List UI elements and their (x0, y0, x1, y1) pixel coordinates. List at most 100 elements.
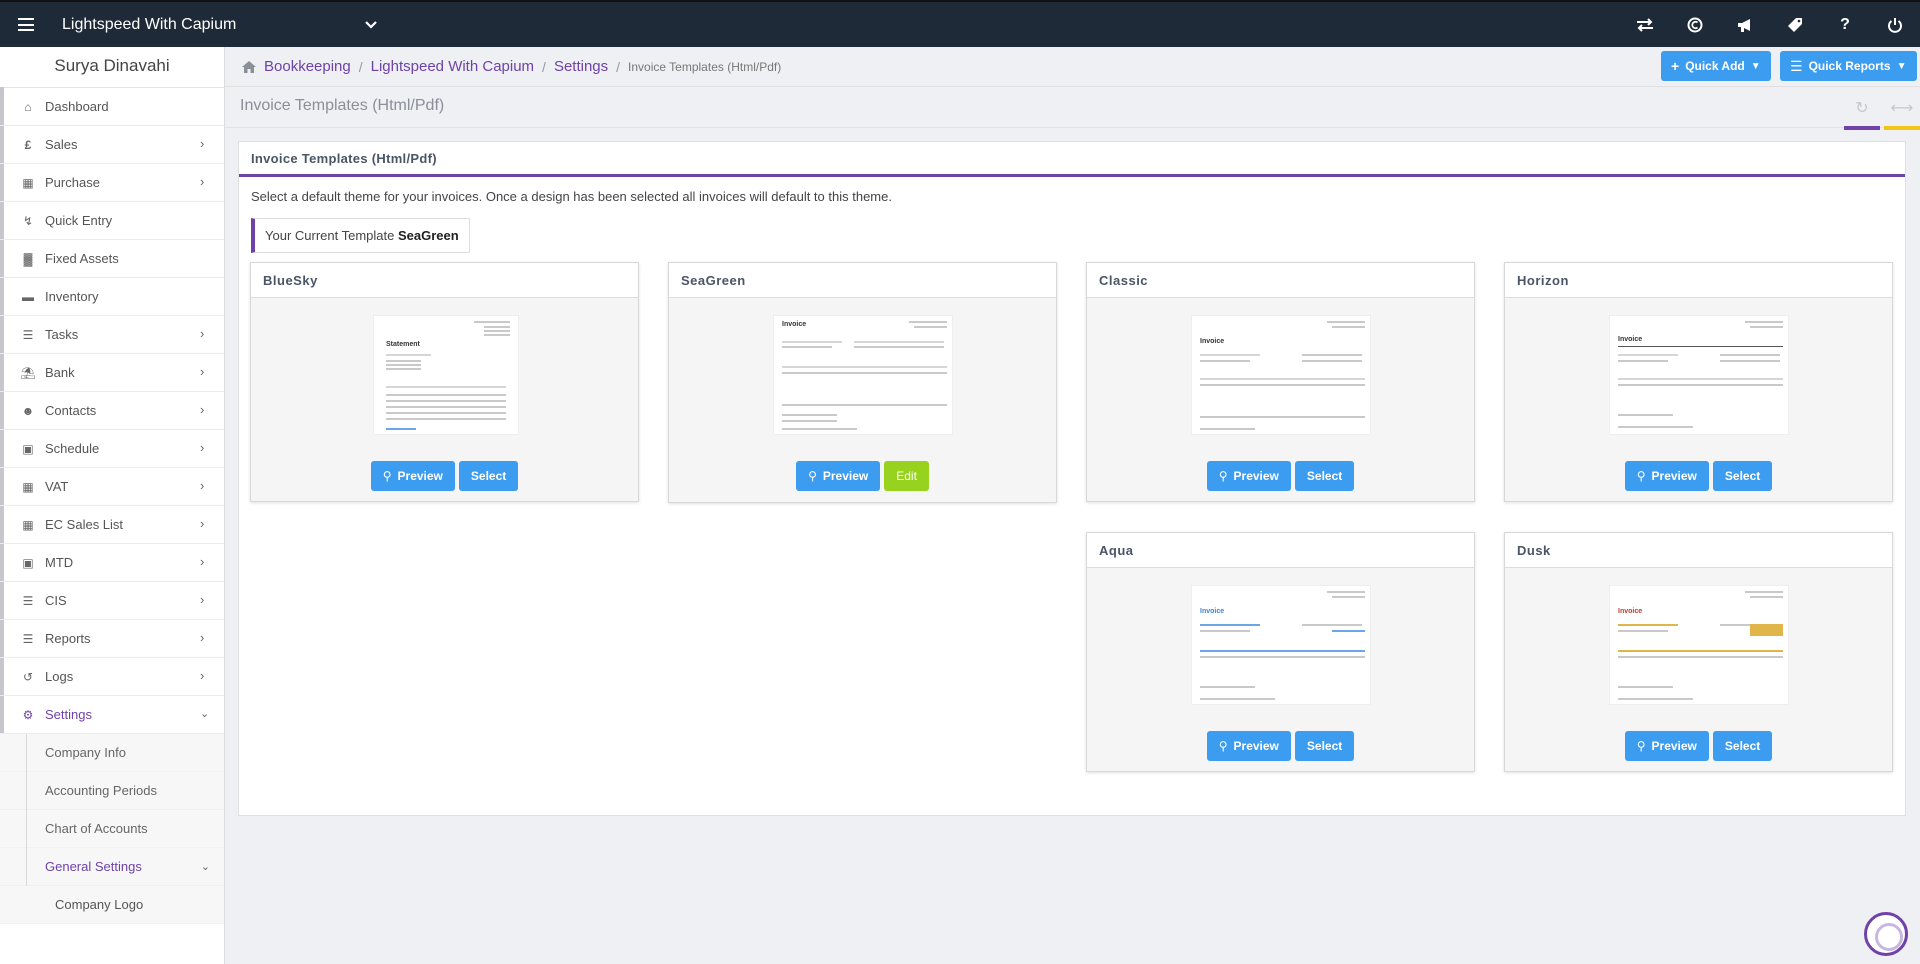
sidebar-subitem-company-info[interactable]: Company Info (0, 734, 224, 772)
select-button[interactable]: Select (1712, 461, 1773, 491)
sidebar-item-ec-sales-list[interactable]: ▦ EC Sales List › (0, 506, 224, 544)
quick-add-label: Quick Add (1685, 59, 1745, 73)
sidebar-item-label: Inventory (45, 289, 99, 304)
chat-widget-button[interactable] (1864, 912, 1908, 956)
sidebar-item-settings[interactable]: ⚙ Settings ⌄ (0, 696, 224, 734)
preview-button[interactable]: ⚲ Preview (1624, 461, 1709, 491)
company-switch-chevron-icon[interactable] (364, 18, 378, 32)
select-button[interactable]: Select (1294, 461, 1355, 491)
breadcrumb-settings[interactable]: Settings (554, 58, 608, 75)
quick-reports-button[interactable]: ☰ Quick Reports ▼ (1780, 51, 1917, 81)
tag-icon[interactable] (1770, 2, 1820, 47)
sidebar-subitem-company-logo[interactable]: Company Logo (0, 886, 224, 924)
chevron-right-icon: › (200, 174, 205, 189)
edit-label: Edit (896, 469, 917, 483)
sidebar-item-tasks[interactable]: ☰ Tasks › (0, 316, 224, 354)
power-icon[interactable] (1870, 2, 1920, 47)
user-name: Surya Dinavahi (0, 47, 224, 88)
template-name: Classic (1087, 263, 1474, 298)
list-icon: ☰ (22, 593, 34, 608)
sidebar-item-label: Dashboard (45, 99, 109, 114)
sidebar-item-reports[interactable]: ☰ Reports › (0, 620, 224, 658)
quick-add-button[interactable]: + Quick Add ▼ (1661, 51, 1771, 81)
chevron-right-icon: › (200, 554, 205, 569)
breadcrumb-company[interactable]: Lightspeed With Capium (371, 58, 534, 75)
sidebar-item-label: Bank (45, 365, 75, 380)
sidebar-item-contacts[interactable]: ☻ Contacts › (0, 392, 224, 430)
preview-label: Preview (822, 469, 869, 483)
chevron-right-icon: › (200, 402, 205, 417)
sidebar-item-inventory[interactable]: ▬ Inventory (0, 278, 224, 316)
chevron-right-icon: › (200, 136, 205, 151)
sidebar-item-cis[interactable]: ☰ CIS › (0, 582, 224, 620)
purchase-icon: ▦ (22, 175, 34, 190)
list-icon: ☰ (1790, 57, 1803, 74)
sidebar-item-bank[interactable]: ⛱ Bank › (0, 354, 224, 392)
preview-button[interactable]: ⚲ Preview (796, 461, 881, 491)
tasks-icon: ☰ (22, 327, 34, 342)
preview-label: Preview (1233, 469, 1279, 483)
preview-label: Preview (1651, 469, 1697, 483)
refresh-icon[interactable]: ↻ (1844, 98, 1880, 130)
megaphone-icon[interactable] (1720, 2, 1770, 47)
search-icon: ⚲ (808, 469, 817, 483)
breadcrumb-current: Invoice Templates (Html/Pdf) (628, 59, 782, 74)
sidebar-item-dashboard[interactable]: ⌂ Dashboard (0, 88, 224, 126)
sidebar-item-label: VAT (45, 479, 69, 494)
sidebar-item-vat[interactable]: ▦ VAT › (0, 468, 224, 506)
sidebar-item-label: EC Sales List (45, 517, 124, 532)
preview-label: Preview (397, 469, 443, 483)
template-name: Dusk (1505, 533, 1892, 568)
sidebar-item-purchase[interactable]: ▦ Purchase › (0, 164, 224, 202)
currency-icon[interactable] (1670, 2, 1720, 47)
home-icon[interactable] (241, 59, 259, 75)
plus-icon: + (1671, 58, 1680, 74)
template-name: Horizon (1505, 263, 1892, 298)
sidebar-item-quick-entry[interactable]: ↯ Quick Entry (0, 202, 224, 240)
chevron-right-icon: › (200, 516, 205, 531)
template-thumbnail: Statement (373, 315, 519, 435)
bolt-icon: ↯ (22, 213, 34, 228)
resize-icon[interactable]: ⟷ (1884, 98, 1920, 130)
breadcrumb-bookkeeping[interactable]: Bookkeeping (264, 58, 351, 75)
select-label: Select (1306, 469, 1343, 483)
select-button[interactable]: Select (1294, 731, 1355, 761)
select-button[interactable]: Select (1712, 731, 1773, 761)
sidebar-subitem-general-settings[interactable]: General Settings ⌄ (0, 848, 224, 886)
chevron-down-icon: ▼ (1750, 60, 1761, 72)
sidebar-item-logs[interactable]: ↺ Logs › (0, 658, 224, 696)
sidebar-item-mtd[interactable]: ▣ MTD › (0, 544, 224, 582)
calendar-icon: ▣ (22, 441, 34, 456)
template-card-horizon: Horizon Invoice ⚲ Preview Select (1504, 262, 1893, 502)
swap-icon[interactable] (1620, 2, 1670, 47)
preview-button[interactable]: ⚲ Preview (370, 461, 455, 491)
template-card-bluesky: BlueSky Statement ⚲ Preview Select (250, 262, 639, 502)
bank-icon: ⛱ (20, 365, 36, 380)
preview-button[interactable]: ⚲ Preview (1206, 461, 1291, 491)
search-icon: ⚲ (1218, 739, 1228, 753)
search-icon: ⚲ (1636, 469, 1646, 483)
help-icon[interactable]: ? (1820, 2, 1870, 47)
edit-button[interactable]: Edit (884, 461, 929, 491)
preview-button[interactable]: ⚲ Preview (1624, 731, 1709, 761)
menu-toggle-button[interactable] (0, 2, 52, 47)
sidebar-item-sales[interactable]: £ Sales › (0, 126, 224, 164)
sidebar-subitem-accounting-periods[interactable]: Accounting Periods (0, 772, 224, 810)
preview-button[interactable]: ⚲ Preview (1206, 731, 1291, 761)
sidebar-item-label: Logs (45, 669, 74, 684)
template-thumbnail: Invoice (1191, 315, 1371, 435)
chevron-right-icon: › (200, 668, 205, 683)
sidebar-subitem-chart-of-accounts[interactable]: Chart of Accounts (0, 810, 224, 848)
sidebar-item-fixed-assets[interactable]: ▓ Fixed Assets (0, 240, 224, 278)
sidebar-item-label: MTD (45, 555, 74, 570)
chevron-right-icon: › (200, 440, 205, 455)
sidebar-item-label: Tasks (45, 327, 79, 342)
sidebar-item-schedule[interactable]: ▣ Schedule › (0, 430, 224, 468)
sidebar-subitem-label: Company Logo (55, 897, 144, 912)
sidebar: Surya Dinavahi ⌂ Dashboard £ Sales › ▦ P… (0, 47, 225, 964)
select-button[interactable]: Select (458, 461, 519, 491)
sidebar-item-label: Purchase (45, 175, 100, 190)
select-label: Select (470, 469, 507, 483)
cogs-icon: ⚙ (22, 707, 34, 722)
sidebar-item-label: Reports (45, 631, 91, 646)
